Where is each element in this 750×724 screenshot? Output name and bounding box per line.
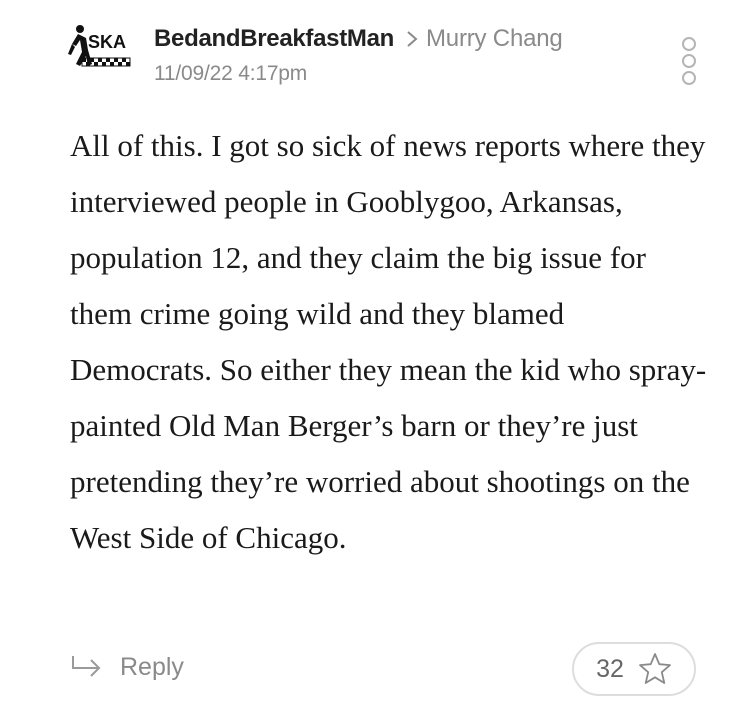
avatar[interactable]: SKA xyxy=(68,20,134,82)
in-reply-to-name[interactable]: Murry Chang xyxy=(426,25,563,53)
reply-button[interactable]: Reply xyxy=(70,652,184,682)
more-options-button[interactable] xyxy=(678,37,700,87)
reply-arrow-icon xyxy=(72,656,101,677)
byline: BedandBreakfastMan Murry Chang xyxy=(154,22,563,56)
star-count: 32 xyxy=(596,654,624,683)
star-button[interactable]: 32 xyxy=(572,642,696,696)
vertical-dots-icon xyxy=(682,37,696,85)
star-outline-icon xyxy=(639,653,671,684)
comment-timestamp[interactable]: 11/09/22 4:17pm xyxy=(154,62,563,86)
comment-header: BedandBreakfastMan Murry Chang 11/09/22 … xyxy=(154,22,563,86)
ska-logo-avatar-icon: SKA xyxy=(68,25,131,67)
chevron-right-icon xyxy=(407,31,418,47)
avatar-logo-text: SKA xyxy=(88,32,126,52)
comment-card: SKA BedandBreakfastMan Murry Chang 11/09… xyxy=(0,0,750,724)
author-name[interactable]: BedandBreakfastMan xyxy=(154,25,394,53)
comment-body: All of this. I got so sick of news repor… xyxy=(70,128,707,555)
reply-label: Reply xyxy=(120,652,184,681)
